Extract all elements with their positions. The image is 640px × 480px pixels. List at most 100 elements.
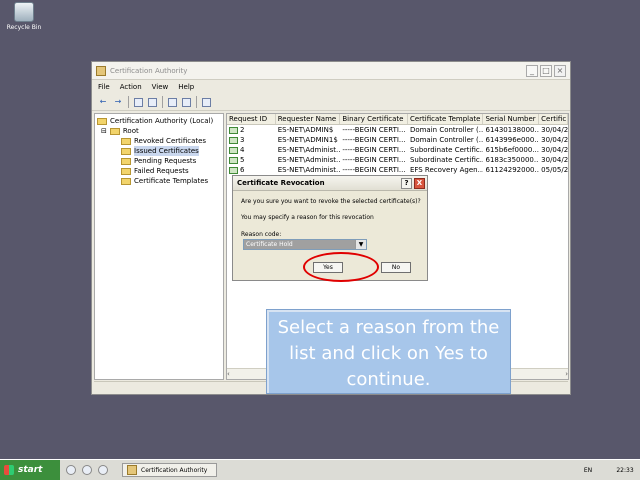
reason-code-select[interactable]: Certificate Hold ▼ bbox=[243, 239, 367, 250]
folder-icon bbox=[121, 137, 131, 145]
certificate-icon bbox=[229, 146, 238, 154]
column-request-id[interactable]: Request ID bbox=[227, 114, 276, 124]
folder-icon bbox=[109, 127, 120, 135]
tree-root-child[interactable]: ⊟ Root bbox=[95, 126, 223, 136]
maximize-button[interactable]: □ bbox=[540, 64, 552, 77]
folder-icon bbox=[121, 167, 131, 175]
certificate-icon bbox=[229, 136, 238, 144]
cell-requester: ES-NET\Administ... bbox=[277, 156, 341, 164]
clock[interactable]: 22:33 bbox=[610, 467, 640, 474]
menu-action[interactable]: Action bbox=[120, 83, 142, 91]
cell-request-id: 2 bbox=[227, 125, 276, 135]
up-folder-icon[interactable] bbox=[134, 97, 143, 107]
cell-text: 5 bbox=[240, 156, 245, 164]
recycle-bin-desktop-icon[interactable]: Recycle Bin bbox=[4, 2, 44, 31]
window-titlebar: Certification Authority _ □ × bbox=[92, 62, 570, 80]
quicklaunch-internet-explorer-icon[interactable] bbox=[98, 465, 108, 475]
toolbar-separator bbox=[162, 96, 163, 108]
column-certificate-effective[interactable]: Certific bbox=[539, 114, 568, 124]
instruction-callout: Select a reason from the list and click … bbox=[266, 309, 511, 394]
recycle-bin-label: Recycle Bin bbox=[6, 24, 42, 31]
cell-serial: 61430138000... bbox=[485, 126, 540, 134]
scroll-left-icon[interactable]: ‹ bbox=[227, 370, 230, 378]
chevron-down-icon[interactable]: ▼ bbox=[355, 240, 366, 249]
minimize-button[interactable]: _ bbox=[526, 64, 538, 77]
menu-file[interactable]: File bbox=[98, 83, 110, 91]
start-button[interactable]: start bbox=[0, 460, 60, 480]
refresh-icon[interactable] bbox=[168, 97, 177, 107]
toolbar-separator bbox=[128, 96, 129, 108]
dialog-help-button[interactable]: ? bbox=[401, 177, 412, 189]
start-label: start bbox=[18, 465, 43, 475]
table-row[interactable]: 3 ES-NET\ADMIN1$ -----BEGIN CERTI... Dom… bbox=[227, 135, 568, 145]
close-button[interactable]: × bbox=[554, 64, 566, 77]
taskbar: start Certification Authority EN 22:33 bbox=[0, 459, 640, 480]
tree-item-issued-certificates[interactable]: Issued Certificates bbox=[95, 146, 223, 156]
show-hide-tree-icon[interactable] bbox=[148, 97, 157, 107]
dialog-close-button[interactable]: X bbox=[414, 177, 425, 189]
cell-text: 6 bbox=[240, 166, 245, 174]
tree-item-certificate-templates[interactable]: Certificate Templates bbox=[95, 176, 223, 186]
table-row[interactable]: 6 ES-NET\Administ... -----BEGIN CERTI...… bbox=[227, 165, 568, 175]
column-serial-number[interactable]: Serial Number bbox=[483, 114, 540, 124]
cell-serial: 615b6ef0000... bbox=[485, 146, 540, 154]
quicklaunch-desktop-icon[interactable] bbox=[82, 465, 92, 475]
export-list-icon[interactable] bbox=[182, 97, 191, 107]
column-binary-certificate[interactable]: Binary Certificate bbox=[340, 114, 408, 124]
scroll-right-icon[interactable]: › bbox=[565, 370, 568, 378]
no-button[interactable]: No bbox=[381, 262, 411, 273]
cell-template: Domain Controller (... bbox=[409, 126, 484, 134]
column-requester-name[interactable]: Requester Name bbox=[276, 114, 341, 124]
tree-item-pending-requests[interactable]: Pending Requests bbox=[95, 156, 223, 166]
cell-date: 05/05/2 bbox=[541, 166, 568, 174]
taskbar-item-certification-authority[interactable]: Certification Authority bbox=[122, 463, 217, 477]
cell-date: 30/04/2 bbox=[541, 136, 568, 144]
language-indicator[interactable]: EN bbox=[580, 467, 596, 474]
cell-date: 30/04/2 bbox=[541, 126, 568, 134]
table-row[interactable]: 2 ES-NET\ADMIN$ -----BEGIN CERTI... Doma… bbox=[227, 125, 568, 135]
certificate-icon bbox=[229, 156, 238, 164]
certificate-icon bbox=[229, 166, 238, 174]
cell-request-id: 6 bbox=[227, 165, 276, 175]
cell-binary: -----BEGIN CERTI... bbox=[342, 156, 406, 164]
cell-request-id: 3 bbox=[227, 135, 276, 145]
cell-request-id: 5 bbox=[227, 155, 276, 165]
certification-authority-icon bbox=[96, 65, 106, 76]
tree-root[interactable]: Certification Authority (Local) bbox=[95, 116, 223, 126]
table-row[interactable]: 5 ES-NET\Administ... -----BEGIN CERTI...… bbox=[227, 155, 568, 165]
tree-item-label: Revoked Certificates bbox=[134, 137, 207, 145]
reason-code-value: Certificate Hold bbox=[244, 240, 355, 249]
cell-text: 3 bbox=[240, 136, 245, 144]
tree-item-label: Failed Requests bbox=[134, 167, 189, 175]
column-certificate-template[interactable]: Certificate Template bbox=[408, 114, 484, 124]
quicklaunch-explorer-icon[interactable] bbox=[66, 465, 76, 475]
cell-template: Subordinate Certific... bbox=[409, 156, 484, 164]
cell-date: 30/04/2 bbox=[541, 156, 568, 164]
collapse-icon[interactable]: ⊟ bbox=[101, 126, 107, 136]
tree-item-label: Pending Requests bbox=[134, 157, 197, 165]
recycle-bin-icon bbox=[14, 2, 34, 22]
cell-binary: -----BEGIN CERTI... bbox=[342, 126, 406, 134]
dialog-titlebar: Certificate Revocation ? X bbox=[233, 176, 427, 191]
toolbar: ← → bbox=[92, 94, 570, 111]
back-icon[interactable]: ← bbox=[98, 97, 108, 107]
table-row[interactable]: 4 ES-NET\Administ... -----BEGIN CERTI...… bbox=[227, 145, 568, 155]
highlight-ring bbox=[303, 252, 379, 282]
cell-serial: 61124292000... bbox=[485, 166, 540, 174]
cell-requester: ES-NET\Administ... bbox=[277, 146, 341, 154]
list-header: Request ID Requester Name Binary Certifi… bbox=[227, 114, 568, 125]
tree-item-revoked-certificates[interactable]: Revoked Certificates bbox=[95, 136, 223, 146]
console-tree: Certification Authority (Local) ⊟ Root R… bbox=[94, 113, 224, 380]
dialog-question: Are you sure you want to revoke the sele… bbox=[241, 198, 421, 205]
tree-item-label: Issued Certificates bbox=[134, 146, 199, 156]
help-icon[interactable] bbox=[202, 97, 211, 107]
cell-serial: 6183c350000... bbox=[485, 156, 540, 164]
cell-request-id: 4 bbox=[227, 145, 276, 155]
cell-template: Domain Controller (... bbox=[409, 136, 484, 144]
menu-help[interactable]: Help bbox=[178, 83, 194, 91]
cell-text: 2 bbox=[240, 126, 245, 134]
menu-view[interactable]: View bbox=[152, 83, 169, 91]
window-title: Certification Authority bbox=[110, 66, 188, 75]
tree-item-failed-requests[interactable]: Failed Requests bbox=[95, 166, 223, 176]
forward-icon[interactable]: → bbox=[113, 97, 123, 107]
